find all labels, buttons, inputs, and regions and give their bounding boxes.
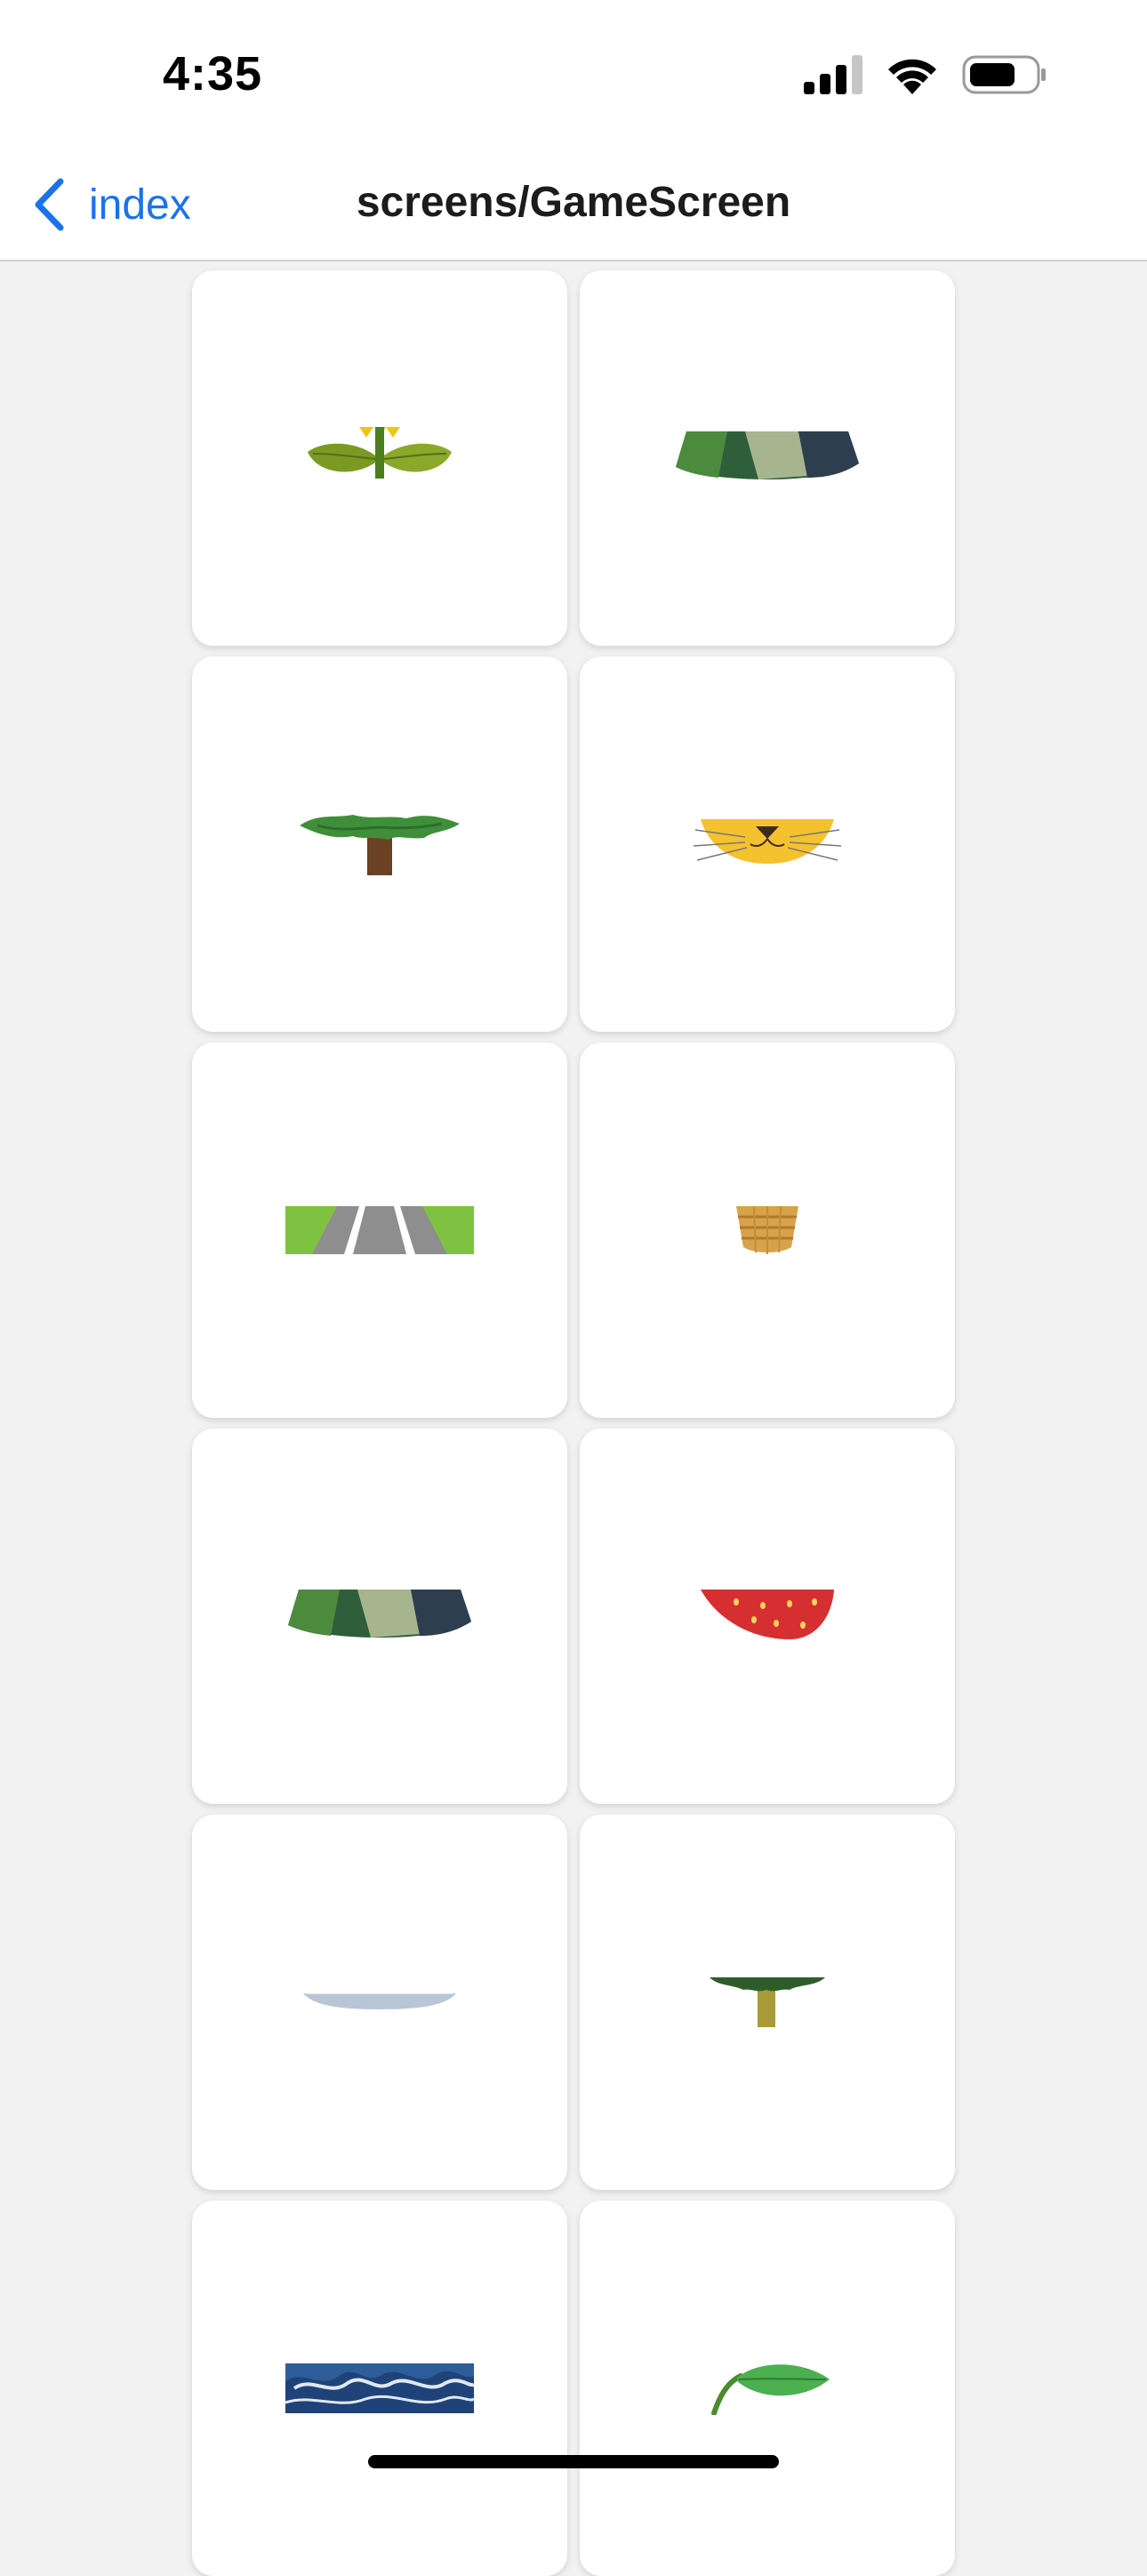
home-indicator [368, 2455, 779, 2468]
grid-tile[interactable] [192, 2201, 567, 2576]
strawberry-bottom-image [701, 1590, 834, 1639]
back-label: index [89, 181, 191, 229]
grid-tile[interactable] [580, 1042, 955, 1418]
mountain-bottom-image [676, 431, 859, 479]
cellular-signal-icon [804, 55, 862, 94]
navigation-bar: screens/GameScreen index [0, 151, 1147, 262]
image-grid [192, 270, 955, 2576]
sunflower-bottom-image [308, 427, 452, 479]
back-button[interactable]: index [32, 169, 191, 240]
status-time: 4:35 [163, 47, 263, 101]
grid-tile[interactable] [580, 656, 955, 1032]
grid-tile[interactable] [580, 1815, 955, 2190]
road-bottom-image [285, 1206, 474, 1254]
grid-tile[interactable] [192, 1815, 567, 2190]
tree-bottom-image [300, 815, 460, 875]
grid-tile[interactable] [580, 270, 955, 646]
tree-small-bottom-image [710, 1977, 825, 2027]
status-bar: 4:35 [0, 0, 1147, 151]
leaf-bottom-image [711, 2364, 830, 2415]
wifi-icon [888, 59, 936, 94]
battery-icon [962, 55, 1046, 94]
grid-tile[interactable] [192, 1042, 567, 1418]
status-icons [804, 55, 1047, 94]
wave-bottom-image [285, 2363, 474, 2413]
plate-bottom-image [303, 1993, 456, 2009]
chevron-left-icon [35, 178, 64, 231]
grid-tile[interactable] [192, 1429, 567, 1804]
basket-bottom-image [736, 1206, 798, 1254]
grid-tile[interactable] [580, 1429, 955, 1804]
grid-tile[interactable] [192, 656, 567, 1032]
cat-face-bottom-image [693, 819, 842, 864]
grid-tile[interactable] [192, 270, 567, 646]
grid-tile[interactable] [580, 2201, 955, 2576]
mountain-bottom-image [288, 1590, 471, 1638]
